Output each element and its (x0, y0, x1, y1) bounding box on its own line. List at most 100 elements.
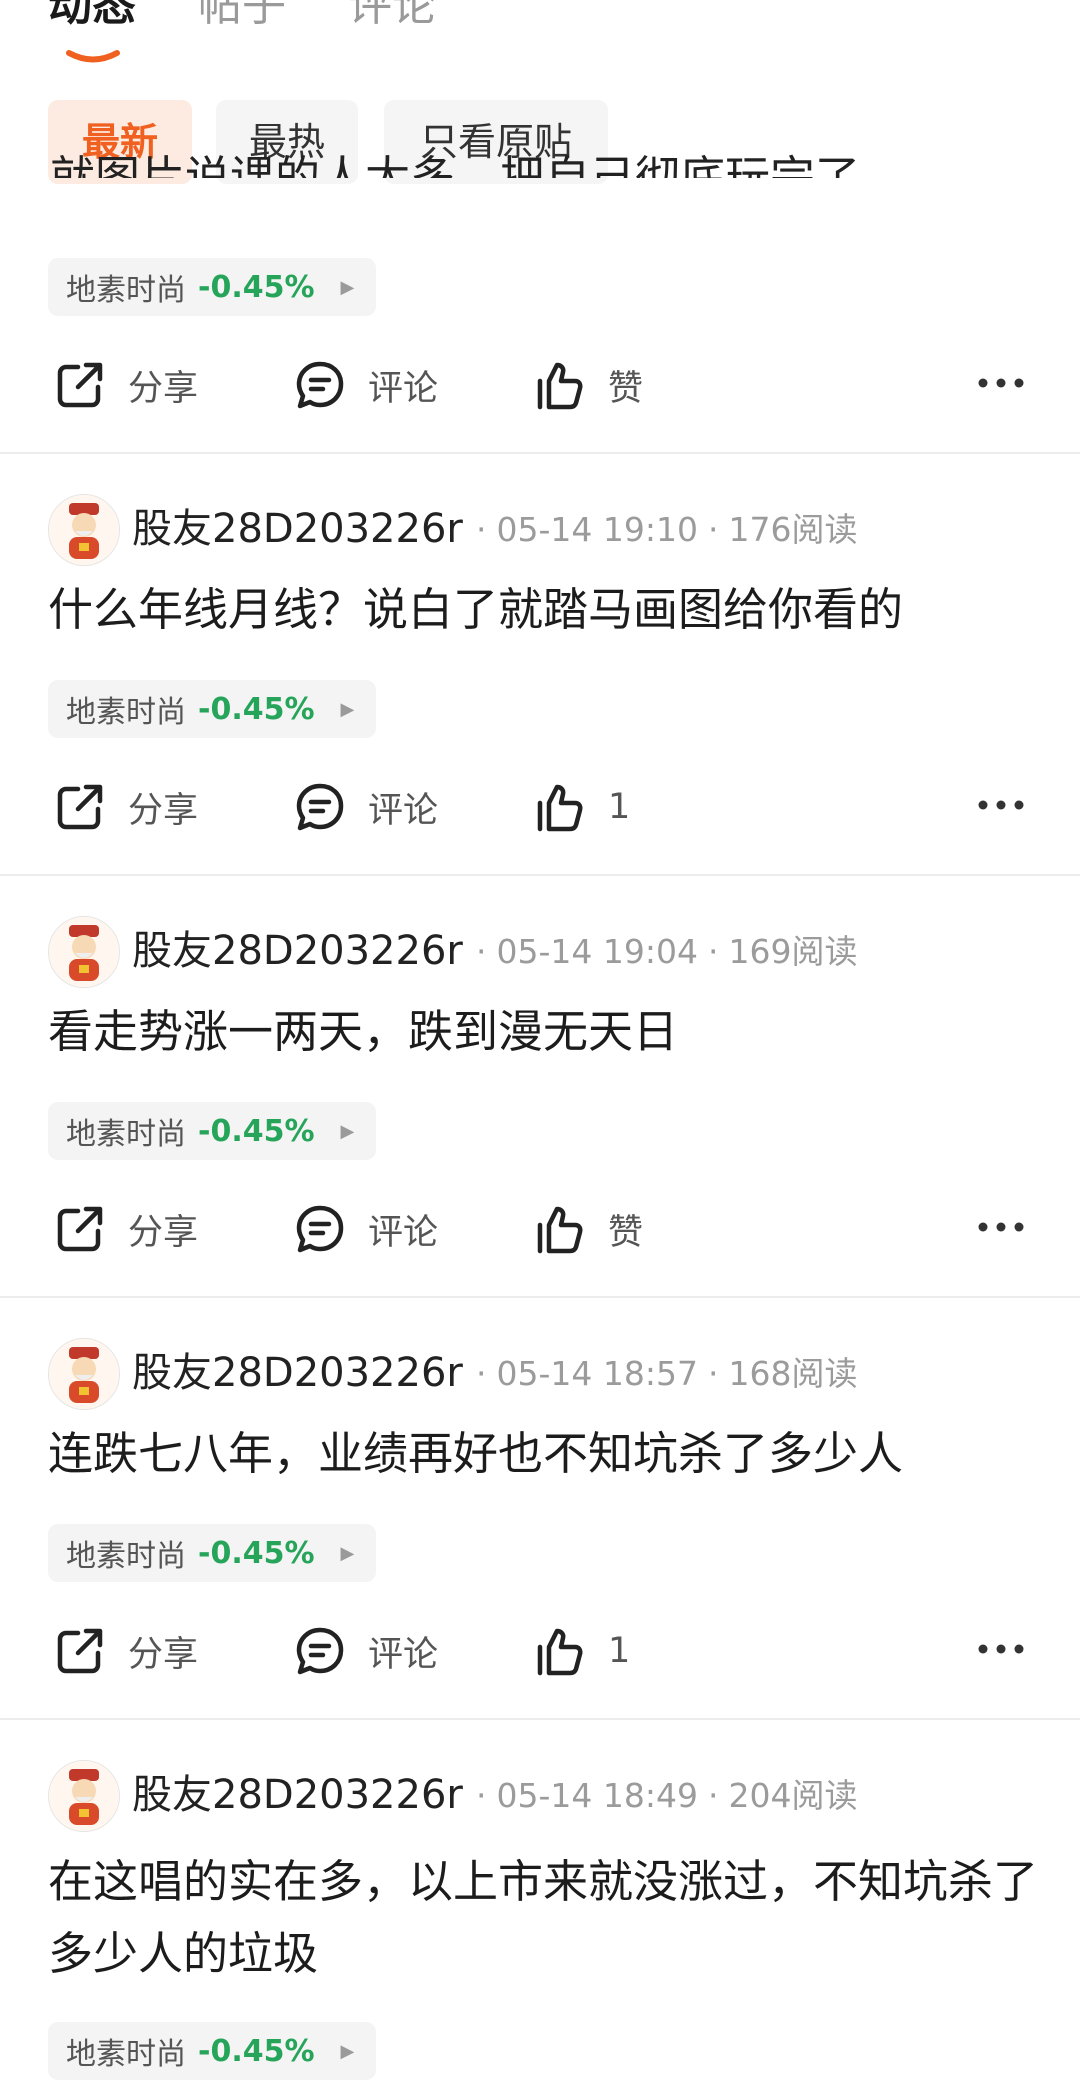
like-count: 1 (608, 1631, 631, 1671)
comment-icon (296, 1205, 344, 1253)
post-content[interactable]: 在这唱的实在多，以上市来就没涨过，不知坑杀了多少人的垃圾 (48, 1846, 1038, 1990)
share-label: 分享 (128, 1212, 199, 1253)
stock-tag[interactable]: 地素时尚 -0.45% ▶ (48, 1524, 377, 1582)
comment-label: 评论 (368, 790, 439, 831)
username[interactable]: 股友28D203226r (132, 1768, 463, 1822)
post-divider (0, 874, 1080, 876)
post-time: 05-14 18:57 (496, 1354, 698, 1393)
stock-tag[interactable]: 地素时尚 -0.45% ▶ (48, 2022, 377, 2080)
comment-icon (296, 361, 344, 409)
comment-label: 评论 (368, 368, 439, 409)
post-divider (0, 1718, 1080, 1720)
stock-name: 地素时尚 (66, 2037, 186, 2072)
share-icon (57, 784, 103, 830)
post-divider (0, 1296, 1080, 1298)
read-count: 169阅读 (728, 932, 858, 971)
more-dots-icon[interactable] (978, 363, 1024, 403)
stock-tag[interactable]: 地素时尚 -0.45% ▶ (48, 1102, 377, 1160)
tab-posts[interactable]: 帖子 (198, 0, 286, 34)
avatar[interactable] (48, 916, 120, 988)
comment-label: 评论 (368, 1634, 439, 1675)
share-label: 分享 (128, 1634, 199, 1675)
stock-tag[interactable]: 地素时尚 -0.45% ▶ (48, 258, 377, 316)
comment-button[interactable]: 评论 (292, 767, 438, 847)
play-arrow-icon: ▶ (340, 276, 355, 298)
stock-change: -0.45% (198, 269, 315, 305)
comment-icon (296, 783, 344, 831)
thumbs-up-icon (537, 362, 583, 410)
post-meta: · 05-14 18:57 · 168阅读 (476, 1354, 858, 1393)
stock-change: -0.45% (198, 2033, 315, 2069)
avatar[interactable] (48, 1760, 120, 1832)
caishen-avatar-icon (49, 1761, 119, 1831)
comment-button[interactable]: 评论 (292, 1189, 438, 1269)
share-button[interactable]: 分享 (52, 1611, 198, 1691)
more-dots-icon[interactable] (978, 1629, 1024, 1669)
stock-name: 地素时尚 (66, 695, 186, 730)
read-count: 168阅读 (728, 1354, 858, 1393)
post-content[interactable]: 看走势涨一两天，跌到漫无天日 (48, 996, 1038, 1068)
thumbs-up-icon (537, 1628, 583, 1676)
avatar[interactable] (48, 1338, 120, 1410)
share-icon (57, 1628, 103, 1674)
play-arrow-icon: ▶ (340, 2040, 355, 2062)
like-label: 赞 (608, 368, 644, 409)
like-button[interactable]: 赞 (532, 345, 643, 425)
post-content[interactable]: 连跌七八年，业绩再好也不知坑杀了多少人 (48, 1418, 1038, 1490)
like-button[interactable]: 1 (532, 767, 630, 847)
comment-button[interactable]: 评论 (292, 345, 438, 425)
post-divider (0, 452, 1080, 454)
share-label: 分享 (128, 368, 199, 409)
play-arrow-icon: ▶ (340, 698, 355, 720)
stock-name: 地素时尚 (66, 1539, 186, 1574)
tab-dynamic[interactable]: 动态 (48, 0, 136, 34)
post-action-bar: 分享 评论 1 (0, 767, 1080, 847)
share-icon (57, 1206, 103, 1252)
stock-change: -0.45% (198, 1535, 315, 1571)
share-button[interactable]: 分享 (52, 767, 198, 847)
comment-label: 评论 (368, 1212, 439, 1253)
avatar[interactable] (48, 494, 120, 566)
post-meta: · 05-14 19:10 · 176阅读 (476, 510, 858, 549)
username[interactable]: 股友28D203226r (132, 1346, 463, 1400)
more-dots-icon[interactable] (978, 1207, 1024, 1247)
share-button[interactable]: 分享 (52, 1189, 198, 1269)
post-action-bar: 分享 评论 赞 (0, 345, 1080, 425)
username[interactable]: 股友28D203226r (132, 502, 463, 556)
play-arrow-icon: ▶ (340, 1120, 355, 1142)
username[interactable]: 股友28D203226r (132, 924, 463, 978)
post-time: 05-14 19:10 (496, 510, 698, 549)
tab-bar: 动态 帖子 评论 (0, 0, 1080, 80)
post-time: 05-14 18:49 (496, 1776, 698, 1815)
stock-name: 地素时尚 (66, 1117, 186, 1152)
share-label: 分享 (128, 790, 199, 831)
comment-button[interactable]: 评论 (292, 1611, 438, 1691)
read-count: 204阅读 (728, 1776, 858, 1815)
stock-change: -0.45% (198, 1113, 315, 1149)
active-tab-indicator (66, 48, 120, 64)
comment-icon (296, 1627, 344, 1675)
like-count: 1 (608, 787, 631, 827)
like-button[interactable]: 1 (532, 1611, 630, 1691)
share-button[interactable]: 分享 (52, 345, 198, 425)
caishen-avatar-icon (49, 1339, 119, 1409)
post-time: 05-14 19:04 (496, 932, 698, 971)
stock-tag[interactable]: 地素时尚 -0.45% ▶ (48, 680, 377, 738)
post-meta: · 05-14 18:49 · 204阅读 (476, 1776, 858, 1815)
stock-name: 地素时尚 (66, 273, 186, 308)
caishen-avatar-icon (49, 917, 119, 987)
share-icon (57, 362, 103, 408)
post-action-bar: 分享 评论 1 (0, 1611, 1080, 1691)
thumbs-up-icon (537, 1206, 583, 1254)
like-label: 赞 (608, 1212, 644, 1253)
more-dots-icon[interactable] (978, 785, 1024, 825)
tab-comments[interactable]: 评论 (348, 0, 436, 34)
like-button[interactable]: 赞 (532, 1189, 643, 1269)
read-count: 176阅读 (728, 510, 858, 549)
play-arrow-icon: ▶ (340, 1542, 355, 1564)
post-content[interactable]: 什么年线月线？说白了就踏马画图给你看的 (48, 574, 1038, 646)
post-meta: · 05-14 19:04 · 169阅读 (476, 932, 858, 971)
thumbs-up-icon (537, 784, 583, 832)
stock-change: -0.45% (198, 691, 315, 727)
caishen-avatar-icon (49, 495, 119, 565)
